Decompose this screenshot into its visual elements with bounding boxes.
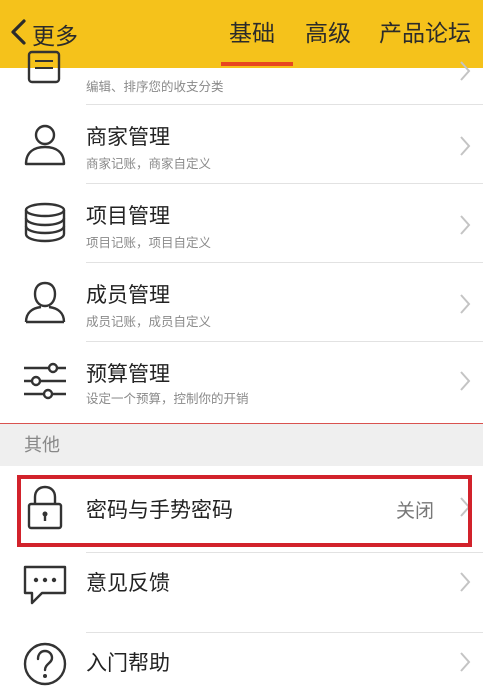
tab-basic[interactable]: 基础: [229, 14, 275, 54]
list-item-title: 入门帮助: [86, 651, 170, 675]
list-item-feedback[interactable]: 意见反馈: [0, 553, 483, 633]
list-item-subtitle: 商家记账，商家自定义: [86, 156, 212, 171]
category-list-icon: [20, 48, 70, 98]
section-header-other: 其他: [0, 423, 483, 466]
feedback-chat-icon: [20, 559, 70, 609]
list-item-title: 商家管理: [86, 125, 170, 149]
chevron-right-icon: [458, 60, 472, 82]
list-item-title: 意见反馈: [86, 571, 170, 595]
list-item-category[interactable]: 编辑、排序您的收支分类: [0, 50, 483, 104]
chevron-right-icon: [458, 293, 472, 315]
list-item-title: 预算管理: [86, 362, 170, 386]
help-question-icon: [20, 639, 70, 689]
list-item-subtitle: 设定一个预算，控制你的开销: [86, 391, 249, 406]
active-tab-indicator: [221, 62, 293, 66]
list-item-project[interactable]: 项目管理 项目记账，项目自定义: [0, 184, 483, 262]
merchant-person-icon: [20, 119, 70, 169]
list-item-subtitle: 项目记账，项目自定义: [86, 235, 212, 250]
back-label: 更多: [32, 24, 78, 50]
project-stack-icon: [20, 198, 70, 248]
tab-product-forum[interactable]: 产品论坛: [379, 14, 471, 54]
list-item-title: 项目管理: [86, 204, 170, 228]
list-item-merchant[interactable]: 商家管理 商家记账，商家自定义: [0, 105, 483, 183]
budget-sliders-icon: [20, 356, 70, 406]
highlight-box: [17, 475, 472, 547]
tab-advanced[interactable]: 高级: [305, 14, 351, 54]
section-header-label: 其他: [24, 435, 60, 456]
list-item-subtitle: 成员记账，成员自定义: [86, 314, 212, 329]
top-nav-bar: 更多 基础 高级 产品论坛: [0, 0, 483, 68]
chevron-left-icon: [8, 18, 30, 50]
list-item-subtitle: 编辑、排序您的收支分类: [86, 79, 224, 94]
list-item-title: 成员管理: [86, 283, 170, 307]
member-person-icon: [20, 277, 70, 327]
chevron-right-icon: [458, 370, 472, 392]
chevron-right-icon: [458, 571, 472, 593]
list-item-budget[interactable]: 预算管理 设定一个预算，控制你的开销: [0, 342, 483, 422]
chevron-right-icon: [458, 214, 472, 236]
chevron-right-icon: [458, 135, 472, 157]
chevron-right-icon: [458, 651, 472, 673]
list-item-help[interactable]: 入门帮助: [0, 633, 483, 686]
list-item-member[interactable]: 成员管理 成员记账，成员自定义: [0, 263, 483, 341]
